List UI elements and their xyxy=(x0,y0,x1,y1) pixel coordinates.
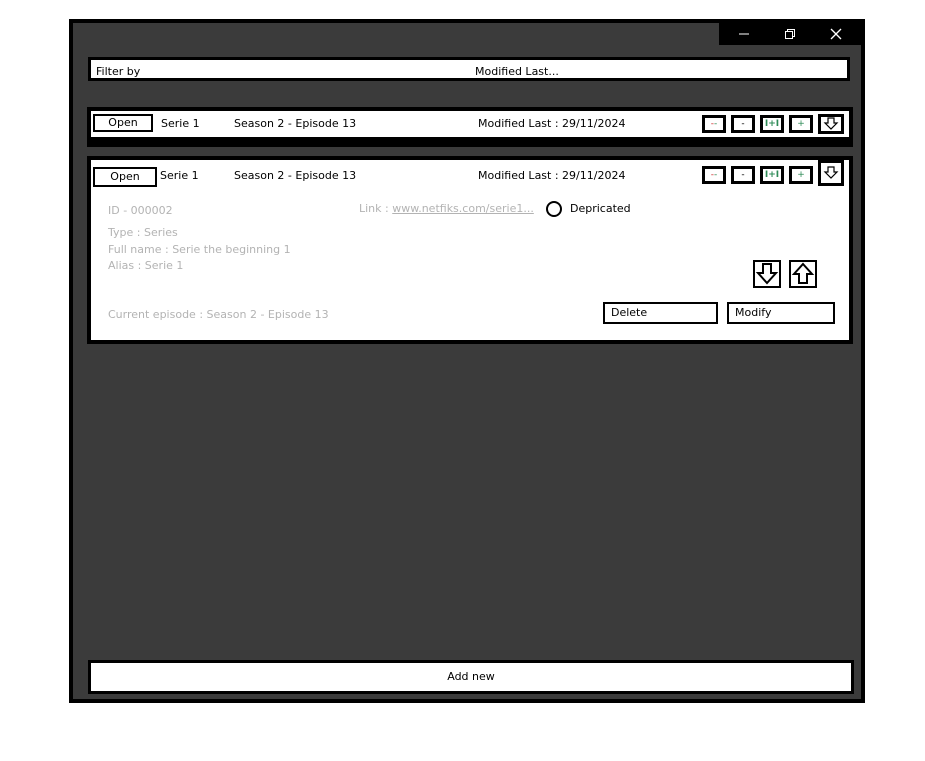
minus-icon: - xyxy=(741,119,745,129)
minimize-button[interactable] xyxy=(721,23,767,45)
delete-button[interactable]: Delete xyxy=(603,302,718,324)
arrow-down-icon xyxy=(755,263,779,285)
rewind-button[interactable]: -- xyxy=(702,115,726,133)
plus-icon: + xyxy=(797,119,805,129)
move-up-button[interactable] xyxy=(789,260,817,288)
serie-name: Serie 1 xyxy=(160,169,199,182)
filter-label: Filter by xyxy=(96,65,141,78)
deprecated-label: Depricated xyxy=(570,202,631,215)
minimize-icon xyxy=(739,33,749,35)
open-button[interactable]: Open xyxy=(93,114,153,132)
title-bar[interactable] xyxy=(73,23,861,45)
restore-button[interactable] xyxy=(767,23,813,45)
alias-field: Alias : Serie 1 xyxy=(108,259,184,272)
expand-down-icon xyxy=(823,117,839,130)
item-id: ID - 000002 xyxy=(108,204,173,217)
expand-button[interactable] xyxy=(818,114,844,134)
episode-label: Season 2 - Episode 13 xyxy=(234,117,357,130)
minus-icon: - xyxy=(741,170,745,180)
current-episode: Current episode : Season 2 - Episode 13 xyxy=(108,308,329,321)
increment-button[interactable]: + xyxy=(789,115,813,133)
add-new-button[interactable]: Add new xyxy=(88,660,854,694)
expand-down-icon xyxy=(823,166,839,179)
collapse-button[interactable] xyxy=(818,160,844,186)
increment-button[interactable]: + xyxy=(789,166,813,184)
modified-date: Modified Last : 29/11/2024 xyxy=(478,169,626,182)
type-field: Type : Series xyxy=(108,226,178,239)
link-url[interactable]: www.netfiks.com/serie1... xyxy=(392,202,534,215)
next-season-button[interactable]: I+I xyxy=(760,115,784,133)
rewind-button[interactable]: -- xyxy=(702,166,726,184)
decrement-button[interactable]: - xyxy=(731,166,755,184)
move-down-button[interactable] xyxy=(753,260,781,288)
modified-date: Modified Last : 29/11/2024 xyxy=(478,117,626,130)
double-minus-icon: -- xyxy=(710,170,718,180)
close-button[interactable] xyxy=(813,23,859,45)
series-card-body: Open Serie 1 Season 2 - Episode 13 Modif… xyxy=(91,160,849,340)
plus-icon: + xyxy=(797,170,805,180)
close-icon xyxy=(830,28,842,40)
arrow-up-icon xyxy=(791,262,815,284)
deprecated-radio[interactable] xyxy=(546,201,562,217)
skip-icon: I+I xyxy=(764,170,780,180)
skip-icon: I+I xyxy=(764,119,780,129)
app-window: Filter by Modified Last... Open Serie 1 … xyxy=(69,19,865,703)
open-button[interactable]: Open xyxy=(93,167,157,187)
full-name-field: Full name : Serie the beginning 1 xyxy=(108,243,291,256)
series-card-expanded: Open Serie 1 Season 2 - Episode 13 Modif… xyxy=(87,156,853,344)
serie-name: Serie 1 xyxy=(161,117,200,130)
episode-label: Season 2 - Episode 13 xyxy=(234,169,357,182)
next-season-button[interactable]: I+I xyxy=(760,166,784,184)
restore-icon xyxy=(785,29,795,39)
window-content: Filter by Modified Last... Open Serie 1 … xyxy=(73,23,861,699)
series-card-body: Open Serie 1 Season 2 - Episode 13 Modif… xyxy=(91,111,849,137)
window-controls xyxy=(719,23,861,45)
double-minus-icon: -- xyxy=(710,119,718,129)
filter-bar[interactable]: Filter by Modified Last... xyxy=(88,57,850,81)
modify-button[interactable]: Modify xyxy=(727,302,835,324)
link-label: Link : www.netfiks.com/serie1... xyxy=(359,202,534,215)
series-card-collapsed: Open Serie 1 Season 2 - Episode 13 Modif… xyxy=(87,107,853,147)
decrement-button[interactable]: - xyxy=(731,115,755,133)
filter-dropdown[interactable]: Modified Last... xyxy=(475,65,559,78)
